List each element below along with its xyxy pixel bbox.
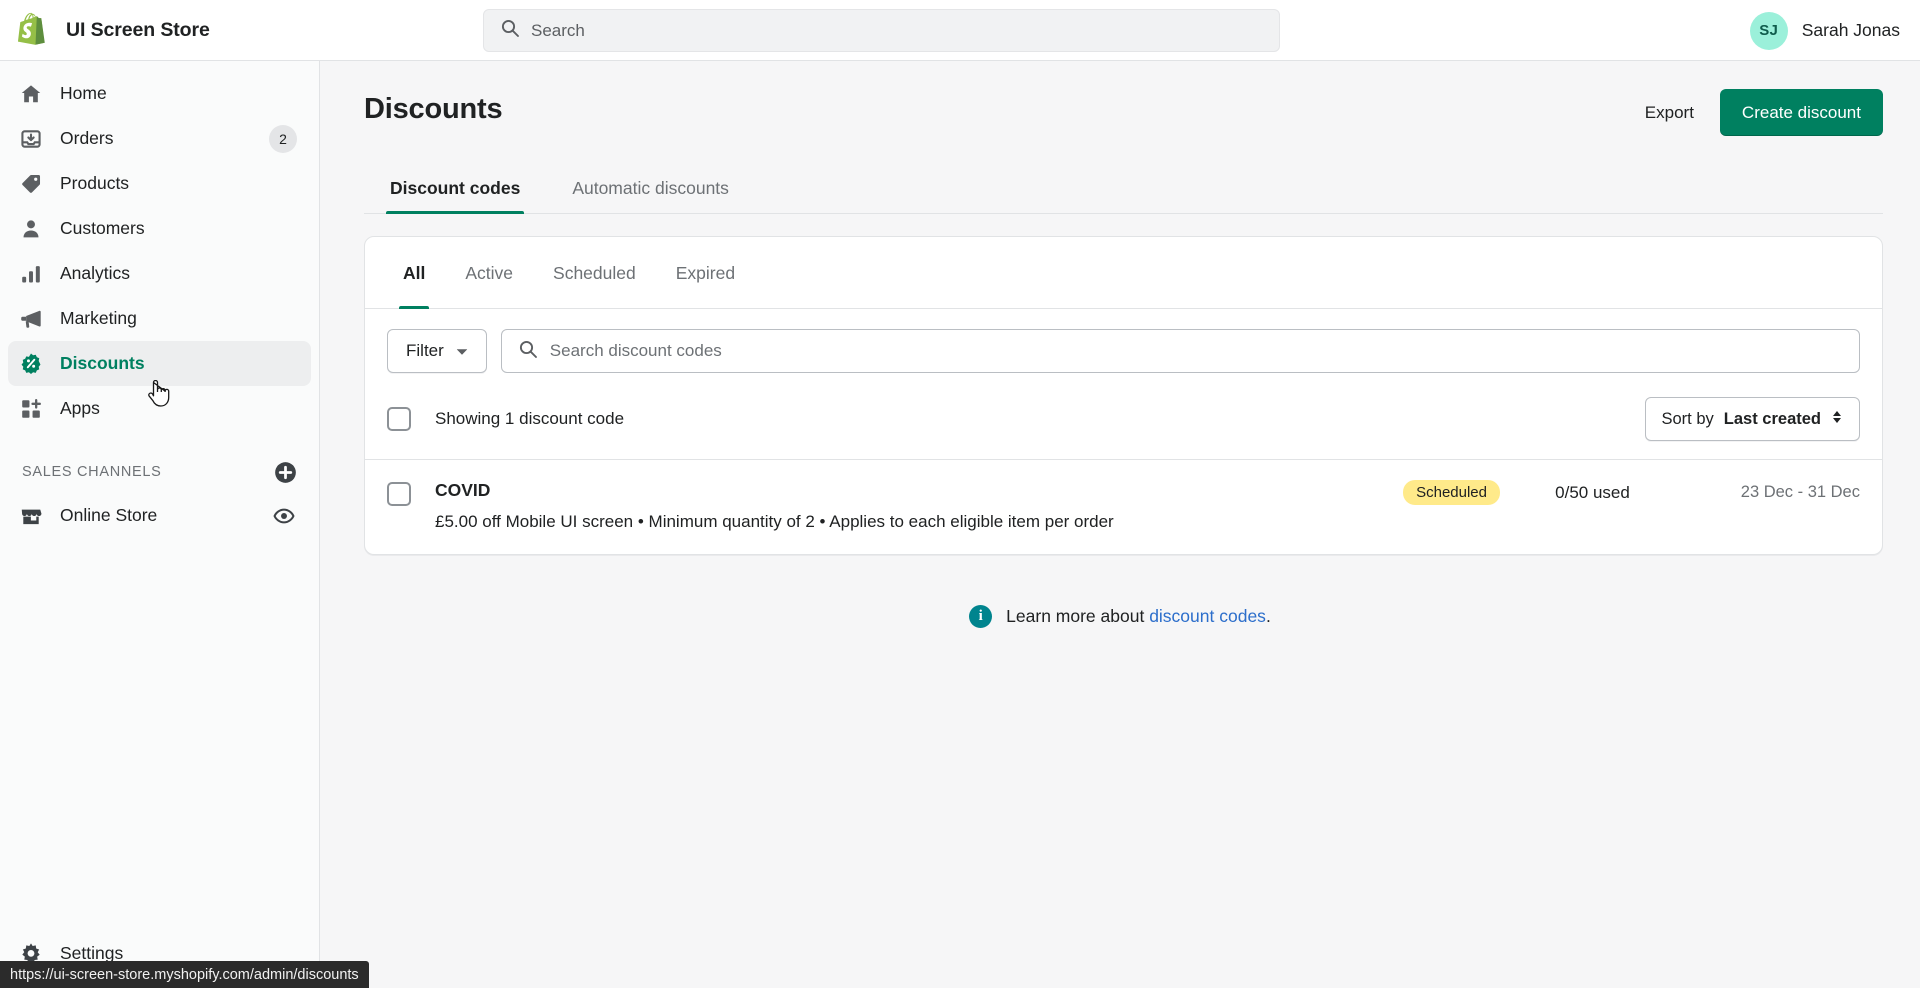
status-bar-url: https://ui-screen-store.myshopify.com/ad… xyxy=(0,961,369,988)
sidebar-item-orders[interactable]: Orders 2 xyxy=(8,116,311,161)
tab-automatic-discounts[interactable]: Automatic discounts xyxy=(546,166,755,213)
customer-person-icon xyxy=(20,218,42,240)
sidebar-item-discounts[interactable]: Discounts xyxy=(8,341,311,386)
analytics-bars-icon xyxy=(20,263,42,285)
sidebar-item-label: Analytics xyxy=(60,263,131,283)
tab-expired[interactable]: Expired xyxy=(656,237,755,309)
list-header: Showing 1 discount code Sort by Last cre… xyxy=(365,391,1882,459)
learn-more-text: Learn more about discount codes. xyxy=(1006,606,1271,627)
table-row[interactable]: COVID £5.00 off Mobile UI screen • Minim… xyxy=(365,459,1882,554)
sidebar-item-products[interactable]: Products xyxy=(8,161,311,206)
filter-bar: Filter Search discount codes xyxy=(365,309,1882,391)
sidebar-item-label: Home xyxy=(60,83,107,103)
user-name: Sarah Jonas xyxy=(1801,20,1900,40)
apps-grid-plus-icon xyxy=(20,398,42,420)
showing-count-text: Showing 1 discount code xyxy=(435,409,625,428)
tab-discount-codes[interactable]: Discount codes xyxy=(364,166,546,214)
sidebar-item-online-store[interactable]: Online Store xyxy=(8,493,311,538)
sidebar-nav: Home Orders 2 Products Customers Analyti… xyxy=(0,61,319,431)
sidebar-item-label: Products xyxy=(60,173,130,193)
sales-channels-title: SALES CHANNELS xyxy=(22,464,162,480)
marketing-megaphone-icon xyxy=(20,308,42,330)
sidebar-item-marketing[interactable]: Marketing xyxy=(8,296,311,341)
discount-type-tabs: Discount codes Automatic discounts xyxy=(364,166,1883,214)
plus-circle-icon[interactable] xyxy=(274,461,297,484)
chevron-down-icon xyxy=(456,341,468,361)
sort-updown-icon xyxy=(1831,409,1843,430)
discount-search-input[interactable]: Search discount codes xyxy=(500,329,1860,373)
search-icon xyxy=(500,18,520,43)
select-all-checkbox[interactable] xyxy=(387,407,411,431)
list-header-left: Showing 1 discount code xyxy=(387,407,624,431)
usage-count: 0/50 used xyxy=(1555,482,1630,502)
sort-prefix: Sort by xyxy=(1661,409,1714,428)
filter-button[interactable]: Filter xyxy=(387,329,487,373)
sidebar-item-customers[interactable]: Customers xyxy=(8,206,311,251)
discounts-card: All Active Scheduled Expired Filter Sear… xyxy=(364,236,1883,555)
row-meta: Scheduled 0/50 used 23 Dec - 31 Dec xyxy=(1403,480,1860,505)
learn-more-footer: i Learn more about discount codes. xyxy=(320,605,1920,628)
create-discount-button[interactable]: Create discount xyxy=(1719,89,1883,136)
page-header: Discounts Export Create discount xyxy=(320,61,1920,136)
tab-all[interactable]: All xyxy=(383,237,445,309)
shopify-bag-icon xyxy=(18,12,52,48)
eye-icon[interactable] xyxy=(273,505,295,527)
sort-button[interactable]: Sort by Last created xyxy=(1644,397,1860,441)
discount-codes-link[interactable]: discount codes xyxy=(1149,606,1266,626)
avatar: SJ xyxy=(1749,11,1788,50)
brand-name: UI Screen Store xyxy=(66,18,210,41)
global-search-placeholder: Search xyxy=(531,20,585,40)
global-search-input[interactable]: Search xyxy=(483,9,1280,52)
filter-button-label: Filter xyxy=(406,341,444,360)
storefront-icon xyxy=(20,505,42,527)
tab-active[interactable]: Active xyxy=(445,237,533,309)
status-badge: Scheduled xyxy=(1403,480,1500,505)
sidebar: Home Orders 2 Products Customers Analyti… xyxy=(0,61,320,988)
discount-percent-badge-icon xyxy=(20,353,42,375)
learn-more-prefix: Learn more about xyxy=(1006,606,1150,626)
user-menu[interactable]: SJ Sarah Jonas xyxy=(1749,0,1900,61)
sidebar-item-label: Customers xyxy=(60,218,145,238)
page-title: Discounts xyxy=(364,93,503,125)
sidebar-item-label: Apps xyxy=(60,398,100,418)
sales-channels-header: SALES CHANNELS xyxy=(8,455,311,489)
export-button[interactable]: Export xyxy=(1641,93,1698,133)
search-icon xyxy=(518,339,538,364)
discount-description: £5.00 off Mobile UI screen • Minimum qua… xyxy=(435,512,1114,531)
sidebar-item-home[interactable]: Home xyxy=(8,71,311,116)
sidebar-item-label: Orders xyxy=(60,128,114,148)
sidebar-item-label: Discounts xyxy=(60,353,145,373)
orders-inbox-icon xyxy=(20,128,42,150)
sidebar-item-analytics[interactable]: Analytics xyxy=(8,251,311,296)
sidebar-item-label: Marketing xyxy=(60,308,137,328)
discount-search-placeholder: Search discount codes xyxy=(549,341,722,360)
orders-count-badge: 2 xyxy=(269,124,297,153)
row-main: COVID £5.00 off Mobile UI screen • Minim… xyxy=(435,478,1403,534)
tab-scheduled[interactable]: Scheduled xyxy=(533,237,656,309)
page-actions: Export Create discount xyxy=(1641,89,1883,136)
date-range: 23 Dec - 31 Dec xyxy=(1740,483,1860,501)
home-icon xyxy=(20,83,42,105)
main-content: Discounts Export Create discount Discoun… xyxy=(320,61,1920,988)
discount-code: COVID xyxy=(435,480,491,500)
shopify-admin-page: UI Screen Store Search SJ Sarah Jonas Ho… xyxy=(0,0,1920,988)
sidebar-item-label: Online Store xyxy=(60,505,158,525)
learn-more-suffix: . xyxy=(1265,606,1271,626)
info-icon: i xyxy=(969,605,993,628)
status-filter-tabs: All Active Scheduled Expired xyxy=(365,237,1882,309)
row-select-checkbox[interactable] xyxy=(387,482,411,506)
brand-link[interactable]: UI Screen Store xyxy=(0,12,320,48)
sort-value: Last created xyxy=(1723,409,1821,428)
top-bar: UI Screen Store Search SJ Sarah Jonas xyxy=(0,0,1920,61)
product-tag-icon xyxy=(20,173,42,195)
sidebar-item-apps[interactable]: Apps xyxy=(8,386,311,431)
